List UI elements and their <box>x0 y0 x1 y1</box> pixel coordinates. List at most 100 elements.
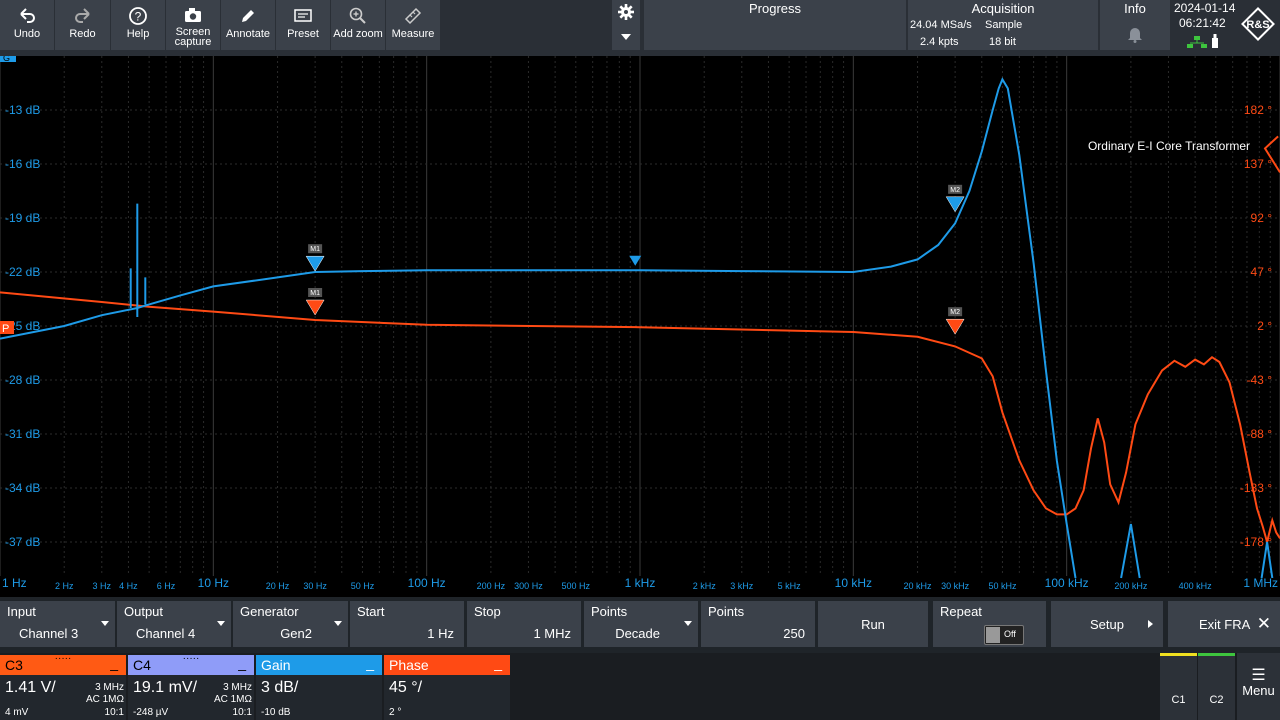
measure-button[interactable]: Measure <box>386 0 440 50</box>
phase-tile[interactable]: Phase _ 45 °/ 2 ° <box>384 655 510 720</box>
run-button[interactable]: Run <box>818 601 928 647</box>
phase-marker-m1-triangle <box>305 299 325 316</box>
freq-tick-major: 100 Hz <box>408 576 446 590</box>
minimize-icon[interactable]: _ <box>238 653 246 673</box>
repeat-toggle[interactable]: Repeat Off <box>933 601 1046 647</box>
points-mode-select[interactable]: Points Decade <box>584 601 698 647</box>
menu-button[interactable]: ☰ Menu <box>1237 653 1280 720</box>
freq-tick-minor: 3 Hz <box>93 581 112 591</box>
setup-label: Setup <box>1090 616 1124 632</box>
phase-marker-m1-label: M1 <box>310 290 320 297</box>
phase-tick-label: 182 ° <box>1244 103 1272 117</box>
stop-frequency-field[interactable]: Stop 1 MHz <box>467 601 581 647</box>
gain-tick-label: -28 dB <box>5 373 40 387</box>
c3-offset: 4 mV <box>5 707 29 718</box>
preset-button[interactable]: Preset <box>276 0 330 50</box>
generator-select[interactable]: Generator Gen2 <box>233 601 348 647</box>
c4-scale: 19.1 mV/ <box>133 679 198 696</box>
undo-label: Undo <box>13 28 41 40</box>
phase-tick-label: 47 ° <box>1251 265 1273 279</box>
bode-plot[interactable]: -13 dB -16 dB -19 dB -22 dB -25 dB -28 dB -31 … <box>0 56 1280 594</box>
chevron-right-icon <box>1148 620 1153 628</box>
c3-tile[interactable]: C3 ····· _ 1.41 V/ 3 MHz AC 1MΩ 4 mV 10:… <box>0 653 126 720</box>
freq-tick-minor: 2 Hz <box>55 581 74 591</box>
resolution: 18 bit <box>989 36 1016 48</box>
freq-tick-major: 1 Hz <box>2 576 27 590</box>
add-zoom-button[interactable]: Add zoom <box>331 0 385 50</box>
redo-button[interactable]: Redo <box>55 0 110 50</box>
output-label: Output <box>124 604 164 619</box>
clock: 2024-01-14 06:21:42 <box>1171 0 1237 50</box>
settings-button[interactable] <box>612 0 640 50</box>
minimize-icon[interactable]: _ <box>110 653 118 673</box>
gain-tick-label: -13 dB <box>5 103 40 117</box>
freq-tick-minor: 50 Hz <box>351 581 375 591</box>
phase-marker-m2-triangle <box>945 318 965 335</box>
gain-marker-m1[interactable]: M1 <box>305 244 325 272</box>
gain-tile[interactable]: Gain _ 3 dB/ -10 dB <box>256 655 382 720</box>
fra-settings-bar: Input Channel 3 Output Channel 4 Generat… <box>0 597 1280 653</box>
network-icon <box>1187 35 1207 53</box>
repeat-switch[interactable]: Off <box>984 625 1024 645</box>
screen-capture-label-2: capture <box>174 36 212 48</box>
freq-tick-minor: 20 kHz <box>904 581 933 591</box>
undo-button[interactable]: Undo <box>0 0 54 50</box>
add-zoom-label: Add zoom <box>333 28 383 40</box>
sample-mode: Sample <box>985 19 1023 31</box>
points-field[interactable]: Points 250 <box>701 601 815 647</box>
gain-center-marker[interactable] <box>629 255 642 266</box>
minimize-icon[interactable]: _ <box>366 653 374 673</box>
input-select[interactable]: Input Channel 3 <box>0 601 115 647</box>
exit-fra-label: Exit FRA <box>1199 616 1251 632</box>
annotate-label: Annotate <box>225 28 271 40</box>
c4-tile[interactable]: C4 ····· _ 19.1 mV/ 3 MHz AC 1MΩ -248 µV… <box>128 653 254 720</box>
freq-tick-major: 10 Hz <box>198 576 229 590</box>
output-value: Channel 4 <box>136 626 196 641</box>
points-mode-value: Decade <box>615 626 660 641</box>
bell-icon <box>1127 25 1143 48</box>
exit-fra-button[interactable]: Exit FRA ✕ <box>1168 601 1280 647</box>
c4-tile-header: C4 ····· _ <box>128 653 254 675</box>
start-frequency-field[interactable]: Start 1 Hz <box>350 601 464 647</box>
c2-button[interactable]: C2 <box>1198 653 1235 720</box>
drag-handle-icon: ····· <box>182 653 200 664</box>
c1-button[interactable]: C1 <box>1160 653 1197 720</box>
bode-plot-canvas[interactable]: -13 dB-16 dB-19 dB-22 dB-25 dB-28 dB-31 … <box>0 56 1280 594</box>
acquisition-panel[interactable]: Acquisition 24.04 MSa/s Sample 2.4 kpts … <box>908 0 1098 50</box>
gain-tick-label: -16 dB <box>5 157 40 171</box>
phase-tick-label: -88 ° <box>1247 427 1273 441</box>
phase-marker-m2[interactable]: M2 <box>945 307 965 335</box>
freq-tick-minor: 500 Hz <box>562 581 591 591</box>
undo-icon <box>17 3 37 29</box>
phase-marker-m1[interactable]: M1 <box>305 288 325 316</box>
redo-label: Redo <box>69 28 96 40</box>
c4-offset: -248 µV <box>133 707 169 718</box>
hamburger-icon: ☰ <box>1251 667 1266 684</box>
minimize-icon[interactable]: _ <box>494 653 502 673</box>
info-panel[interactable]: Info <box>1100 0 1170 50</box>
setup-button[interactable]: Setup <box>1051 601 1163 647</box>
c3-coupling: AC 1MΩ <box>85 694 124 705</box>
preset-label: Preset <box>287 28 319 40</box>
gain-marker-m1-triangle <box>305 255 325 272</box>
progress-panel[interactable]: Progress <box>644 0 906 50</box>
output-select[interactable]: Output Channel 4 <box>117 601 231 647</box>
menu-label: Menu <box>1242 683 1275 698</box>
phase-tick-label: -43 ° <box>1247 373 1273 387</box>
repeat-switch-knob <box>986 627 1000 643</box>
help-button[interactable]: ? Help <box>111 0 165 50</box>
gear-icon <box>617 3 635 26</box>
redo-icon <box>73 3 93 29</box>
gain-trace <box>0 77 1274 579</box>
svg-text:?: ? <box>135 10 142 24</box>
input-value: Channel 3 <box>19 626 79 641</box>
generator-dropdown-icon <box>334 621 342 626</box>
annotate-button[interactable]: Annotate <box>221 0 275 50</box>
drag-handle-icon: ····· <box>54 653 72 664</box>
freq-tick-minor: 20 Hz <box>266 581 290 591</box>
c2-label: C2 <box>1209 694 1224 706</box>
gain-offset: -10 dB <box>261 707 291 718</box>
screen-capture-button[interactable]: Screen capture <box>166 0 220 50</box>
chevron-down-icon <box>621 34 631 40</box>
c1-label: C1 <box>1171 694 1186 706</box>
